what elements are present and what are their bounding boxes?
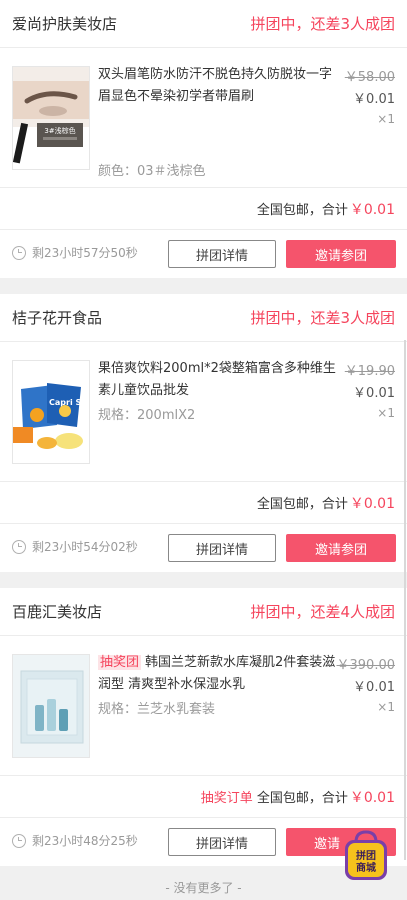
- lottery-tag: 抽奖团: [98, 655, 142, 670]
- order-summary: 抽奖订单 全国包邮，合计 ￥0.01: [0, 776, 407, 818]
- group-detail-button[interactable]: 拼团详情: [168, 240, 276, 268]
- shop-name[interactable]: 爱尚护肤美妆店: [12, 13, 117, 34]
- juice-pouch-image: Capri Sun: [13, 361, 90, 463]
- quantity: ×1: [377, 700, 395, 714]
- scrollbar[interactable]: [404, 340, 406, 860]
- group-status: 拼团中，还差3人成团: [250, 309, 395, 327]
- group-status: 拼团中，还差3人成团: [250, 15, 395, 33]
- product-row[interactable]: 抽奖团 韩国兰芝新款水库凝肌2件套装滋润型 清爽型补水保湿水乳 规格：兰芝水乳套装…: [0, 636, 407, 776]
- countdown-text: 剩23小时54分02秒: [32, 540, 138, 554]
- shop-name[interactable]: 桔子花开食品: [12, 307, 102, 328]
- clock-icon: [12, 539, 26, 554]
- order-summary: 全国包邮，合计 ￥0.01: [0, 482, 407, 524]
- skincare-set-image: [13, 655, 89, 757]
- product-title[interactable]: 抽奖团 韩国兰芝新款水库凝肌2件套装滋润型 清爽型补水保湿水乳: [98, 652, 338, 696]
- clock-icon: [12, 245, 26, 260]
- group-status: 拼团中，还差4人成团: [250, 603, 395, 621]
- summary-text: 全国包邮，合计: [256, 497, 348, 512]
- order-card: 百鹿汇美妆店 拼团中，还差4人成团 抽奖团 韩国兰芝新款水库凝肌2件套装滋润型 清…: [0, 588, 407, 866]
- summary-text: 全国包邮，合计: [256, 203, 348, 218]
- group-price: ￥0.01: [353, 92, 395, 107]
- countdown-text: 剩23小时48分25秒: [32, 834, 138, 848]
- invite-button[interactable]: 邀请参团: [286, 534, 396, 562]
- summary-amount: ￥0.01: [349, 789, 395, 806]
- countdown: 剩23小时54分02秒: [12, 538, 138, 555]
- product-thumbnail[interactable]: 3#浅棕色: [12, 66, 90, 170]
- summary-amount: ￥0.01: [349, 495, 395, 512]
- thumb-caption: 3#浅棕色: [44, 126, 75, 135]
- product-title[interactable]: 果倍爽饮料200ml*2袋整箱富含多种维生素儿童饮品批发: [98, 358, 338, 402]
- summary-text: 全国包邮，合计: [256, 791, 348, 806]
- shop-header[interactable]: 百鹿汇美妆店 拼团中，还差4人成团: [0, 588, 407, 636]
- countdown-text: 剩23小时57分50秒: [32, 246, 138, 260]
- summary-amount: ￥0.01: [349, 201, 395, 218]
- shop-header[interactable]: 桔子花开食品 拼团中，还差3人成团: [0, 294, 407, 342]
- lottery-order-label: 抽奖订单: [200, 791, 253, 806]
- thumb-caption: Capri Sun: [49, 398, 90, 407]
- order-summary: 全国包邮，合计 ￥0.01: [0, 188, 407, 230]
- product-spec: 规格：兰芝水乳套装: [98, 702, 216, 717]
- quantity: ×1: [377, 406, 395, 420]
- shop-header[interactable]: 爱尚护肤美妆店 拼团中，还差3人成团: [0, 0, 407, 48]
- product-thumbnail[interactable]: [12, 654, 90, 758]
- order-footer: 剩23小时57分50秒 拼团详情 邀请参团: [0, 230, 407, 278]
- product-title[interactable]: 双头眉笔防水防汗不脱色持久防脱妆一字眉显色不晕染初学者带眉刷: [98, 64, 338, 108]
- order-card: 爱尚护肤美妆店 拼团中，还差3人成团 3#浅棕色 双头眉笔防水防汗不脱色持久防脱…: [0, 0, 407, 278]
- shop-name[interactable]: 百鹿汇美妆店: [12, 601, 102, 622]
- original-price: ￥19.90: [344, 364, 395, 379]
- clock-icon: [12, 833, 26, 848]
- shopping-bag-icon: 拼团 商城: [345, 830, 387, 880]
- product-spec: 颜色：03＃浅棕色: [98, 164, 206, 179]
- original-price: ￥58.00: [344, 70, 395, 85]
- invite-button[interactable]: 邀请参团: [286, 240, 396, 268]
- product-row[interactable]: 3#浅棕色 双头眉笔防水防汗不脱色持久防脱妆一字眉显色不晕染初学者带眉刷 颜色：…: [0, 48, 407, 188]
- eyebrow-pencil-image: 3#浅棕色: [13, 67, 89, 169]
- group-price: ￥0.01: [353, 680, 395, 695]
- product-thumbnail[interactable]: Capri Sun: [12, 360, 90, 464]
- group-detail-button[interactable]: 拼团详情: [168, 828, 276, 856]
- product-row[interactable]: Capri Sun 果倍爽饮料200ml*2袋整箱富含多种维生素儿童饮品批发 规…: [0, 342, 407, 482]
- badge-line1: 拼团: [356, 849, 376, 862]
- group-mall-float-button[interactable]: 拼团 商城: [342, 830, 390, 882]
- product-spec: 规格：200mlX2: [98, 408, 196, 423]
- quantity: ×1: [377, 112, 395, 126]
- countdown: 剩23小时57分50秒: [12, 244, 138, 261]
- order-footer: 剩23小时54分02秒 拼团详情 邀请参团: [0, 524, 407, 572]
- group-detail-button[interactable]: 拼团详情: [168, 534, 276, 562]
- badge-line2: 商城: [356, 861, 376, 874]
- countdown: 剩23小时48分25秒: [12, 832, 138, 849]
- original-price: ￥390.00: [336, 658, 396, 673]
- order-card: 桔子花开食品 拼团中，还差3人成团 Capri Sun 果倍爽饮料200ml*2…: [0, 294, 407, 572]
- group-price: ￥0.01: [353, 386, 395, 401]
